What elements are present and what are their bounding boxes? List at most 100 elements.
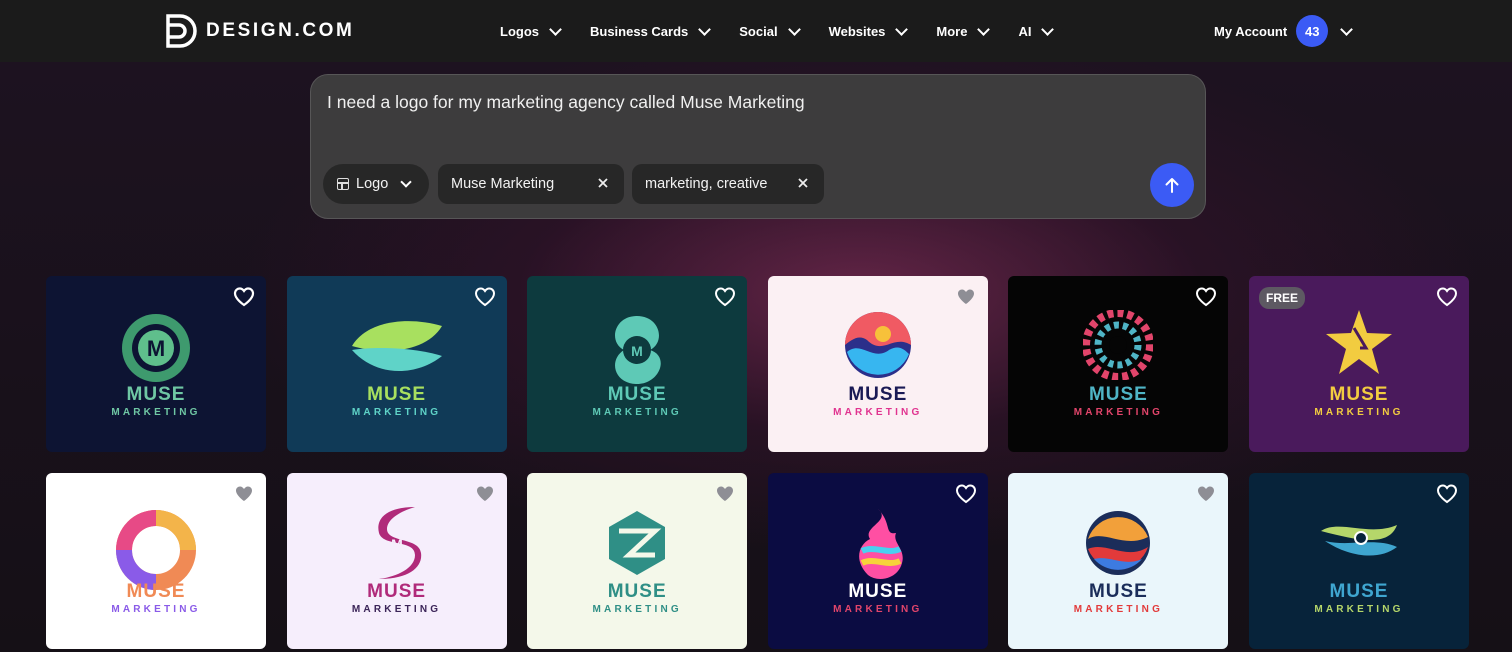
- chevron-down-icon: [895, 22, 909, 36]
- account-menu[interactable]: My Account 43: [1214, 14, 1354, 48]
- heart-icon[interactable]: [233, 484, 255, 504]
- heart-icon[interactable]: [955, 287, 977, 307]
- heart-icon[interactable]: [474, 484, 496, 504]
- logo-tagline: MARKETING: [1314, 407, 1404, 418]
- logo-wordmark: MUSE: [607, 581, 667, 602]
- business-name-chip[interactable]: Muse Marketing: [438, 164, 624, 204]
- prompt-input[interactable]: I need a logo for my marketing agency ca…: [327, 92, 805, 113]
- logo-wordmark: MUSE: [126, 384, 186, 405]
- design-type-select[interactable]: Logo: [323, 164, 429, 204]
- chevron-down-icon: [400, 176, 412, 188]
- heart-icon[interactable]: [1195, 287, 1217, 307]
- logo-wordmark: MUSE: [367, 581, 427, 602]
- menu-ai[interactable]: AI: [1018, 22, 1055, 39]
- heart-icon[interactable]: [1195, 484, 1217, 504]
- hexagon-icon: [607, 509, 667, 582]
- logo-card[interactable]: MUSE MARKETING: [767, 473, 988, 649]
- menu-label: AI: [1018, 23, 1032, 39]
- circle-m-icon: M: [118, 310, 194, 391]
- close-icon[interactable]: [596, 176, 610, 190]
- close-icon[interactable]: [796, 176, 810, 190]
- menu-label: Websites: [828, 23, 886, 39]
- free-badge: FREE: [1259, 287, 1306, 309]
- menu-social[interactable]: Social: [739, 22, 801, 39]
- star-icon: [1324, 308, 1394, 381]
- brand-name: DESIGN.COM: [206, 20, 355, 41]
- logo-tagline: MARKETING: [351, 407, 442, 418]
- leaf-icon: [347, 316, 447, 385]
- svg-text:M: M: [391, 536, 403, 552]
- logo-tagline: MARKETING: [592, 604, 682, 615]
- swirl-circle-icon: [1084, 509, 1152, 582]
- wave-circle-icon: [843, 310, 913, 385]
- logo-card[interactable]: MUSE MARKETING: [1008, 276, 1229, 452]
- logo-tagline: MARKETING: [351, 604, 442, 615]
- keywords-chip[interactable]: marketing, creative: [632, 164, 824, 204]
- vortex-icon: [1082, 309, 1155, 385]
- arrow-up-icon: [1165, 178, 1179, 193]
- prompt-panel: I need a logo for my marketing agency ca…: [310, 74, 1206, 219]
- swirl-m-icon: M: [600, 312, 674, 393]
- logo-wordmark: MUSE: [126, 581, 186, 602]
- logo-card[interactable]: M MUSE MARKETING: [46, 276, 266, 452]
- menu-websites[interactable]: Websites: [828, 22, 909, 39]
- business-name-label: Muse Marketing: [451, 176, 555, 192]
- menu-label: Logos: [500, 23, 539, 39]
- chevron-down-icon: [1340, 22, 1354, 36]
- svg-text:M: M: [147, 336, 165, 361]
- brand-logo[interactable]: DESIGN.COM: [166, 13, 354, 49]
- heart-icon[interactable]: [714, 287, 736, 307]
- flame-icon: [848, 505, 908, 590]
- logo-tagline: MARKETING: [592, 407, 682, 418]
- menu-label: More: [936, 23, 968, 39]
- logo-tagline: MARKETING: [111, 407, 201, 418]
- menu-business-cards[interactable]: Business Cards: [590, 22, 712, 39]
- svg-text:M: M: [631, 343, 643, 359]
- logo-tagline: MARKETING: [111, 604, 201, 615]
- logo-wordmark: MUSE: [848, 384, 908, 405]
- heart-icon[interactable]: [1436, 484, 1458, 504]
- menu-more[interactable]: More: [936, 22, 991, 39]
- chevron-down-icon: [977, 22, 991, 36]
- logo-card[interactable]: MUSE MARKETING FREE: [1249, 276, 1469, 452]
- menu-label: Social: [739, 23, 778, 39]
- menu-logos[interactable]: Logos: [500, 22, 562, 39]
- heart-icon[interactable]: [955, 484, 977, 504]
- logo-wordmark: MUSE: [607, 384, 667, 405]
- logo-card[interactable]: M MUSE MARKETING: [527, 276, 748, 452]
- main-menu: Logos Business Cards Social Websites Mor…: [500, 0, 1082, 62]
- submit-button[interactable]: [1150, 163, 1194, 207]
- logo-wordmark: MUSE: [1329, 581, 1389, 602]
- logo-wordmark: MUSE: [367, 384, 427, 405]
- logo-card[interactable]: MUSE MARKETING: [767, 276, 988, 452]
- heart-icon[interactable]: [714, 484, 736, 504]
- logo-card[interactable]: MUSE MARKETING: [1249, 473, 1469, 649]
- logo-tagline: MARKETING: [1073, 604, 1164, 615]
- logo-tagline: MARKETING: [1073, 407, 1164, 418]
- account-badge: 43: [1296, 15, 1329, 47]
- template-icon: [337, 178, 349, 190]
- logo-card[interactable]: MUSE MARKETING: [46, 473, 266, 649]
- logo-card[interactable]: M MUSE MARKETING: [286, 473, 507, 649]
- chevron-down-icon: [549, 22, 562, 36]
- heart-icon[interactable]: [474, 287, 496, 307]
- logo-wordmark: MUSE: [1088, 581, 1148, 602]
- logo-tagline: MARKETING: [833, 407, 923, 418]
- menu-label: Business Cards: [590, 23, 689, 39]
- orbit-icon: [1319, 517, 1399, 568]
- account-label: My Account: [1214, 23, 1288, 39]
- heart-icon[interactable]: [1436, 287, 1458, 307]
- s-m-icon: M: [369, 503, 425, 588]
- design-type-label: Logo: [356, 176, 389, 192]
- design-logo-icon: [166, 14, 197, 48]
- chevron-down-icon: [1041, 22, 1055, 36]
- logo-tagline: MARKETING: [833, 604, 923, 615]
- logo-card[interactable]: MUSE MARKETING: [286, 276, 507, 452]
- chevron-down-icon: [787, 22, 801, 36]
- heart-icon[interactable]: [233, 287, 255, 307]
- logo-card[interactable]: MUSE MARKETING: [1008, 473, 1229, 649]
- logo-tagline: MARKETING: [1314, 604, 1404, 615]
- logo-wordmark: MUSE: [1088, 384, 1148, 405]
- logo-card[interactable]: MUSE MARKETING: [527, 473, 748, 649]
- logo-wordmark: MUSE: [1329, 384, 1389, 405]
